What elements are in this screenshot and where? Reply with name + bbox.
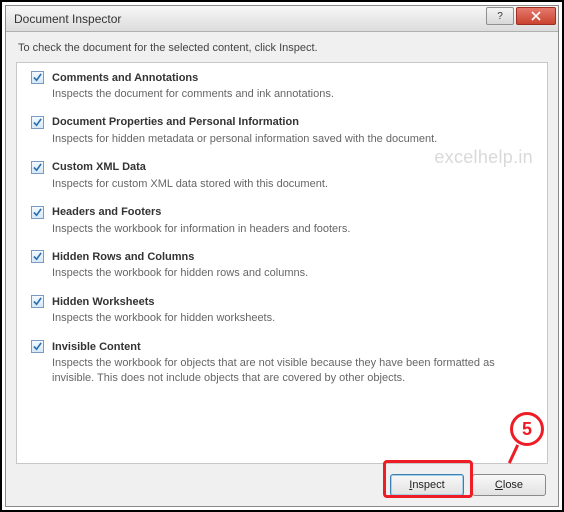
close-label-hotkey: C bbox=[495, 479, 503, 491]
titlebar: Document Inspector ? bbox=[6, 6, 558, 32]
inspection-checkbox[interactable] bbox=[31, 295, 44, 308]
watermark: excelhelp.in bbox=[434, 147, 533, 168]
inspection-item-desc: Inspects the workbook for information in… bbox=[52, 222, 533, 237]
inspection-checkbox[interactable] bbox=[31, 340, 44, 353]
inspection-checkbox[interactable] bbox=[31, 116, 44, 129]
help-icon: ? bbox=[497, 11, 503, 22]
inspection-item-desc: Inspects the workbook for objects that a… bbox=[52, 356, 533, 386]
window-close-button[interactable] bbox=[516, 7, 556, 25]
inspection-item-title: Hidden Worksheets bbox=[52, 296, 155, 308]
close-label-rest: lose bbox=[503, 479, 523, 491]
inspection-checkbox[interactable] bbox=[31, 206, 44, 219]
close-icon bbox=[531, 11, 541, 21]
inspection-item-title: Document Properties and Personal Informa… bbox=[52, 116, 299, 128]
inspection-list: excelhelp.in Comments and Annotations Ins… bbox=[16, 62, 548, 464]
inspect-button[interactable]: Inspect bbox=[390, 474, 464, 496]
help-button[interactable]: ? bbox=[486, 7, 514, 25]
inspection-item-desc: Inspects the workbook for hidden workshe… bbox=[52, 311, 533, 326]
inspection-item-title: Hidden Rows and Columns bbox=[52, 251, 194, 263]
inspection-item: Hidden Rows and Columns Inspects the work… bbox=[31, 250, 533, 281]
button-row: Inspect Close bbox=[6, 464, 558, 506]
inspection-item-title: Headers and Footers bbox=[52, 206, 161, 218]
inspection-item-desc: Inspects for hidden metadata or personal… bbox=[52, 132, 533, 147]
inspection-item-title: Comments and Annotations bbox=[52, 72, 198, 84]
inspection-item-desc: Inspects for custom XML data stored with… bbox=[52, 177, 533, 192]
inspection-item-desc: Inspects the document for comments and i… bbox=[52, 87, 533, 102]
inspect-label-rest: nspect bbox=[412, 479, 444, 491]
inspection-item: Document Properties and Personal Informa… bbox=[31, 116, 533, 147]
inspection-item-title: Invisible Content bbox=[52, 341, 141, 353]
inspection-item-title: Custom XML Data bbox=[52, 161, 146, 173]
inspection-item: Hidden Worksheets Inspects the workbook f… bbox=[31, 295, 533, 326]
inspection-item: Comments and Annotations Inspects the doc… bbox=[31, 71, 533, 102]
close-button[interactable]: Close bbox=[472, 474, 546, 496]
document-inspector-dialog: Document Inspector ? To check the docume… bbox=[5, 5, 559, 507]
inspection-item-desc: Inspects the workbook for hidden rows an… bbox=[52, 266, 533, 281]
inspection-item: Headers and Footers Inspects the workbook… bbox=[31, 206, 533, 237]
window-title: Document Inspector bbox=[14, 12, 484, 26]
inspection-checkbox[interactable] bbox=[31, 161, 44, 174]
inspection-item: Invisible Content Inspects the workbook f… bbox=[31, 340, 533, 386]
inspection-checkbox[interactable] bbox=[31, 71, 44, 84]
instruction-text: To check the document for the selected c… bbox=[6, 32, 558, 62]
inspection-checkbox[interactable] bbox=[31, 250, 44, 263]
